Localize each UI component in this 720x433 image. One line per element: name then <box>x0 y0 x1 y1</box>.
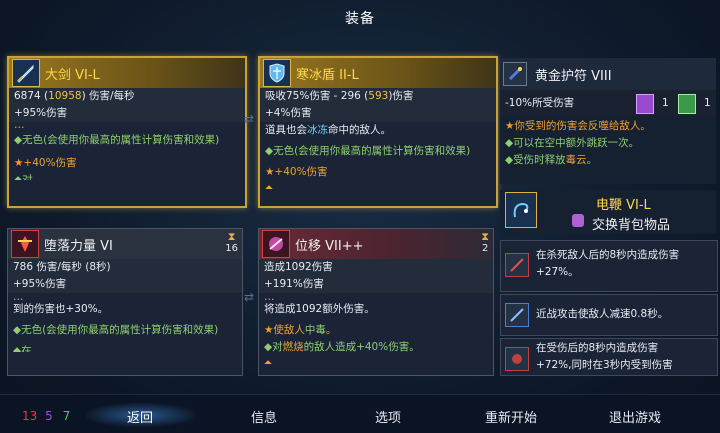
swap-backpack-label[interactable]: 交换背包物品 <box>592 214 670 233</box>
whip-icon <box>505 192 537 228</box>
item-desc: … ◆无色(会使用你最高的属性计算伤害和效果) ★+40%伤害 ◆对… <box>9 122 245 180</box>
whip-name: 电鞭 VI-L <box>596 198 651 213</box>
perk-line: 在杀死敌人后的8秒内造成伤害 <box>536 249 680 261</box>
cooldown-indicator: ⧗ 2 <box>481 230 489 255</box>
perk-text: 在受伤后的8秒内造成伤害 +72%,同时在3秒内受到伤害 <box>531 340 673 374</box>
card-header: 位移 VII++ ⧗ 2 <box>259 229 493 259</box>
badge-count: 1 <box>704 97 711 109</box>
desc-line: ★+40%伤害 <box>14 157 77 169</box>
amulet-stat: -10%所受伤害 <box>505 97 575 109</box>
survival-count: 7 <box>62 409 71 423</box>
perk-row[interactable]: 在杀死敌人后的8秒内造成伤害 +27%。 <box>500 240 718 292</box>
weapon-card-sword[interactable]: 大剑 VI-L 6874 (10958) 伤害/每秒 +95%伤害 … ◆无色(… <box>7 56 247 208</box>
card-header: 堕落力量 VI ⧗ 16 <box>8 229 242 259</box>
desc-line: 将造成1092额外伤害。 <box>264 303 375 315</box>
skill-card-shift[interactable]: 位移 VII++ ⧗ 2 造成1092伤害 +191%伤害 … 将造成1092额… <box>258 228 494 376</box>
desc-line: ◆对… <box>14 174 44 180</box>
item-desc: 道具也会冰冻命中的敌人。 ◆无色(会使用你最高的属性计算伤害和效果) ★+40%… <box>260 122 496 189</box>
item-name: 位移 VII++ <box>295 238 364 254</box>
item-stat: 786 伤害/每秒 (8秒) <box>8 259 242 276</box>
desc-line: ◆受伤时释放毒云。 <box>505 154 598 166</box>
perk-line: 近战攻击使敌人减速0.8秒。 <box>536 308 669 320</box>
item-name: 寒冰盾 II-L <box>296 67 359 83</box>
scroll-tactics-icon <box>636 94 654 114</box>
cooldown-value: 16 <box>225 243 238 254</box>
whip-card[interactable]: 电鞭 VI-L 交换背包物品 <box>500 190 716 234</box>
perk-row[interactable]: 在受伤后的8秒内造成伤害 +72%,同时在3秒内受到伤害 <box>500 338 718 376</box>
perk-line: 在受伤后的8秒内造成伤害 <box>536 342 659 354</box>
ice-shield-icon <box>263 59 291 87</box>
item-damage-bonus: +95%伤害 <box>9 105 245 122</box>
backpack-icon <box>572 214 584 227</box>
perk-hurt-icon <box>505 347 529 371</box>
desc-line: ◆对燃烧的敌人造成+40%伤害。 <box>264 341 420 353</box>
amulet-stat-row: -10%所受伤害 1 1 <box>500 90 716 116</box>
desc-line: ◆可以在空中额外跳跃一次。 <box>505 137 640 149</box>
cooldown-value: 2 <box>481 243 489 254</box>
desc-line: 道具也会冰冻命中的敌人。 <box>265 124 391 136</box>
desc-line: ◆无色(会使用你最高的属性计算伤害和效果) <box>13 324 219 336</box>
card-header: 大剑 VI-L <box>9 58 245 88</box>
info-button[interactable]: 信息 <box>251 407 277 426</box>
brutality-count: 13 <box>22 409 38 423</box>
scroll-survival-icon <box>678 94 696 114</box>
item-stat: 6874 (10958) 伤害/每秒 <box>9 88 245 105</box>
amulet-icon <box>503 62 527 86</box>
item-name: 堕落力量 VI <box>44 238 113 254</box>
swap-arrows-icon: ⇄ <box>244 290 255 304</box>
options-button[interactable]: 选项 <box>375 407 401 426</box>
desc-line: ★你受到的伤害会反噬给敌人。 <box>505 120 651 132</box>
sword-icon <box>12 59 40 87</box>
tactics-count: 5 <box>45 409 53 423</box>
perk-slow-icon <box>505 303 529 327</box>
desc-line: ◆无色(会使用你最高的属性计算伤害和效果) <box>265 145 471 157</box>
item-damage-bonus: +95%伤害 <box>8 276 242 293</box>
shift-icon <box>262 230 290 258</box>
amulet-desc: ★你受到的伤害会反噬给敌人。 ◆可以在空中额外跳跃一次。 ◆受伤时释放毒云。 <box>500 118 716 169</box>
item-desc: … 将造成1092额外伤害。 ★使敌人中毒。 ◆对燃烧的敌人造成+40%伤害。 … <box>259 293 493 364</box>
desc-line: ◆无色(会使用你最高的属性计算伤害和效果) <box>14 134 220 146</box>
desc-line: ★+40%伤害 <box>265 166 328 178</box>
item-stat: 造成1092伤害 <box>259 259 493 276</box>
item-stat: 吸收75%伤害 - 296 (593)伤害 <box>260 88 496 105</box>
fall-power-icon <box>11 230 39 258</box>
skill-card-fall-power[interactable]: 堕落力量 VI ⧗ 16 786 伤害/每秒 (8秒) +95%伤害 … 到的伤… <box>7 228 243 376</box>
perk-kill-icon <box>505 253 529 277</box>
bottom-menu-bar: 13 5 7 返回 信息 选项 重新开始 退出游戏 <box>0 394 720 433</box>
quit-button[interactable]: 退出游戏 <box>609 407 661 426</box>
desc-line: 到的伤害也+30%。 <box>13 303 109 315</box>
perk-row[interactable]: 近战攻击使敌人减速0.8秒。 <box>500 294 718 336</box>
desc-line: ◆… <box>265 183 284 189</box>
perk-text: 在杀死敌人后的8秒内造成伤害 +27%。 <box>531 247 679 281</box>
item-name: 大剑 VI-L <box>45 67 100 83</box>
perk-text: 近战攻击使敌人减速0.8秒。 <box>531 306 668 323</box>
amulet-name: 黄金护符 VIII <box>535 68 612 84</box>
right-panel: 黄金护符 VIII -10%所受伤害 1 1 ★你受到的伤害会反噬给敌人。 ◆可… <box>500 56 718 376</box>
weapon-card-shield[interactable]: 寒冰盾 II-L 吸收75%伤害 - 296 (593)伤害 +4%伤害 道具也… <box>258 56 498 208</box>
badge-count: 1 <box>662 97 669 109</box>
perk-line: +27%。 <box>536 266 579 278</box>
restart-button[interactable]: 重新开始 <box>485 407 537 426</box>
item-damage-bonus: +191%伤害 <box>259 276 493 293</box>
hourglass-icon: ⧗ <box>481 230 489 243</box>
swap-arrows-icon: ⇄ <box>244 112 255 126</box>
desc-line: ★使敌人中毒。 <box>264 324 337 336</box>
item-damage-bonus: +4%伤害 <box>260 105 496 122</box>
back-button[interactable]: 返回 <box>127 407 153 426</box>
perk-line: +72%,同时在3秒内受到伤害 <box>536 359 673 371</box>
cooldown-indicator: ⧗ 16 <box>225 230 238 255</box>
card-header: 寒冰盾 II-L <box>260 58 496 88</box>
desc-line: ◆… <box>264 358 283 364</box>
hourglass-icon: ⧗ <box>227 230 236 243</box>
amulet-card[interactable]: 黄金护符 VIII -10%所受伤害 1 1 ★你受到的伤害会反噬给敌人。 ◆可… <box>500 58 716 184</box>
amulet-header: 黄金护符 VIII <box>500 58 716 90</box>
desc-line: ◆在… <box>13 345 43 352</box>
page-title: 装备 <box>345 11 375 27</box>
item-desc: … 到的伤害也+30%。 ◆无色(会使用你最高的属性计算伤害和效果) ◆在… <box>8 293 242 352</box>
scroll-counts: 13 5 7 <box>22 409 70 423</box>
